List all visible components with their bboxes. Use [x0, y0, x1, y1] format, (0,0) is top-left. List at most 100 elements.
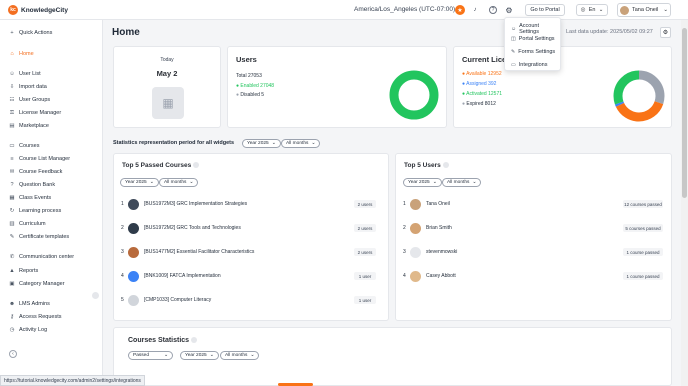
sidebar-item-label: Communication center: [19, 254, 75, 260]
users-count-badge: 1 user: [354, 272, 376, 280]
user-row[interactable]: 3 stevenmowski 1 course passed: [403, 246, 666, 258]
collapse-sidebar-icon[interactable]: ‹: [9, 350, 17, 358]
widget-settings-icon[interactable]: ⚙: [660, 27, 671, 38]
sidebar-item-home[interactable]: ⌂ Home: [9, 51, 33, 57]
year-filter-users[interactable]: Year 2025 ⌄: [403, 178, 442, 187]
top-courses-title: Top 5 Passed Courses: [122, 162, 200, 169]
sidebar-icon: ▦: [9, 195, 15, 201]
course-thumbnail: [128, 270, 139, 282]
sidebar-item-certificate-templates[interactable]: ✎ Certificate templates: [9, 234, 69, 240]
rank: 2: [121, 225, 124, 231]
licenses-donut-chart: [613, 70, 665, 122]
course-name: [BNK1009] FATCA Implementation: [144, 273, 221, 279]
chevron-down-icon: ⌄: [663, 7, 668, 13]
avatar: [410, 198, 421, 210]
course-name: [BUS1972M3] GRC Implementation Strategie…: [144, 201, 248, 207]
months-filter-stats[interactable]: All months ⌄: [220, 351, 260, 360]
licenses-card: Current Licenses ● Available 12952 ● Ass…: [453, 46, 672, 128]
sidebar-item-access-requests[interactable]: ⚷ Access Requests: [9, 314, 62, 320]
sidebar-icon: ↻: [9, 208, 15, 214]
months-filter-users[interactable]: All months ⌄: [442, 178, 482, 187]
rank: 4: [121, 273, 124, 279]
sidebar-item-quick-actions[interactable]: + Quick Actions: [9, 30, 52, 36]
gift-icon[interactable]: ★: [455, 5, 465, 15]
account-settings-item[interactable]: ☺ Account Settings: [511, 23, 560, 35]
scrollbar-thumb[interactable]: [682, 28, 687, 198]
licenses-available: ● Available 12952: [462, 71, 502, 77]
sidebar-icon: ☷: [9, 97, 15, 103]
sidebar-icon: ▥: [9, 221, 15, 227]
sidebar-item-activity-log[interactable]: ◷ Activity Log: [9, 327, 48, 333]
sidebar-item-marketplace[interactable]: ▤ Marketplace: [9, 123, 49, 129]
top-users-card: Top 5 Users Year 2025 ⌄ All months ⌄ 1 Tana…: [395, 153, 672, 321]
user-row[interactable]: 4 Casey Abbott 1 course passed: [403, 270, 666, 282]
sidebar-icon: ☻: [9, 301, 15, 307]
top-users-title: Top 5 Users: [404, 162, 449, 169]
avatar: [410, 246, 421, 258]
app-logo[interactable]: kc KnowledgeCity: [8, 5, 68, 15]
language-label: En: [588, 7, 596, 13]
sidebar-item-license-manager[interactable]: ⚿ License Manager: [9, 110, 62, 117]
today-date: May 2: [156, 69, 178, 78]
user-menu[interactable]: Tana Oneil ⌄: [617, 3, 671, 17]
top-bar: kc KnowledgeCity America/Los_Angeles (UT…: [0, 0, 688, 20]
language-selector[interactable]: ◎ En ⌄: [576, 4, 608, 16]
sidebar-item-label: Certificate templates: [19, 234, 70, 240]
sidebar-item-reports[interactable]: ▲ Reports: [9, 268, 38, 274]
course-row[interactable]: 2 [BUS1972M2] GRC Tools and Technologies 2…: [121, 222, 383, 234]
sidebar-item-category-manager[interactable]: ▣ Category Manager: [9, 281, 65, 287]
courses-statistics-title: Courses Statistics: [128, 337, 198, 344]
globe-icon: ◎: [580, 7, 586, 13]
rank: 4: [403, 273, 406, 279]
course-name: [BUS1972M2] GRC Tools and Technologies: [144, 225, 241, 231]
sidebar-item-label: Course List Manager: [19, 156, 71, 162]
gear-icon[interactable]: ⚙: [504, 5, 514, 15]
sidebar-item-question-bank[interactable]: ? Question Bank: [9, 182, 55, 188]
sidebar-item-communication-center[interactable]: ✆ Communication center: [9, 254, 74, 260]
sidebar-item-curriculum[interactable]: ▥ Curriculum: [9, 221, 45, 227]
integrations-item[interactable]: ▭ Integrations: [511, 62, 547, 68]
status-filter[interactable]: Passed ⌄: [128, 351, 173, 360]
user-row[interactable]: 1 Tana Oneil 12 courses passed: [403, 198, 666, 210]
course-row[interactable]: 5 [CMP1033] Computer Literacy 1 user: [121, 294, 383, 306]
course-name: [CMP1033] Computer Literacy: [144, 297, 212, 303]
help-icon[interactable]: ?: [489, 6, 497, 14]
sidebar-item-course-list-manager[interactable]: ≡ Course List Manager: [9, 156, 70, 162]
course-name: [BUS1477M2] Essential Facilitator Charac…: [144, 249, 255, 255]
portal-settings-item[interactable]: ◫ Portal Settings: [511, 36, 555, 42]
sidebar-item-lms-admins[interactable]: ☻ LMS Admins: [9, 301, 50, 307]
months-filter-global[interactable]: All months ⌄: [281, 139, 321, 148]
chevron-down-icon: ⌄: [189, 180, 194, 185]
year-filter-courses[interactable]: Year 2025 ⌄: [120, 178, 159, 187]
course-row[interactable]: 4 [BNK1009] FATCA Implementation 1 user: [121, 270, 383, 282]
sidebar-item-label: License Manager: [19, 110, 62, 116]
sidebar-item-label: Category Manager: [19, 281, 65, 287]
sidebar-item-user-groups[interactable]: ☷ User Groups: [9, 97, 51, 103]
page-title: Home: [112, 27, 140, 38]
scrollbar[interactable]: [681, 20, 688, 386]
forms-settings-item[interactable]: ✎ Forms Settings: [511, 49, 555, 55]
year-filter-global[interactable]: Year 2025 ⌄: [242, 139, 281, 148]
sidebar-icon: ?: [10, 182, 14, 188]
sidebar-item-class-events[interactable]: ▦ Class Events: [9, 195, 51, 201]
users-count-badge: 2 users: [354, 200, 376, 208]
year-filter-stats[interactable]: Year 2025 ⌄: [180, 351, 219, 360]
sidebar-item-import-data[interactable]: ⇩ Import data: [9, 84, 47, 90]
sidebar-item-user-list[interactable]: ☺ User List: [9, 71, 41, 77]
months-filter-courses[interactable]: All months ⌄: [159, 178, 199, 187]
sidebar-item-label: LMS Admins: [19, 301, 50, 307]
courses-passed-badge: 1 course passed: [623, 272, 663, 280]
bell-icon[interactable]: ♪: [470, 5, 480, 15]
sidebar-item-courses[interactable]: ▭ Courses: [9, 143, 39, 149]
users-title: Users: [236, 55, 257, 64]
user-row[interactable]: 2 Brian Smith 5 courses passed: [403, 222, 666, 234]
course-row[interactable]: 3 [BUS1477M2] Essential Facilitator Chara…: [121, 246, 383, 258]
go-to-portal-button[interactable]: Go to Portal: [525, 4, 565, 16]
course-row[interactable]: 1 [BUS1972M3] GRC Implementation Strategi…: [121, 198, 383, 210]
sidebar-item-learning-process[interactable]: ↻ Learning process: [9, 208, 62, 214]
chevron-down-icon: ⌄: [598, 7, 604, 13]
users-disabled: ● Disabled 5: [236, 92, 265, 98]
sidebar-item-course-feedback[interactable]: ✉ Course Feedback: [9, 169, 63, 175]
rank: 2: [403, 225, 406, 231]
timezone-selector[interactable]: America/Los_Angeles (UTC-07:00): [354, 6, 455, 13]
